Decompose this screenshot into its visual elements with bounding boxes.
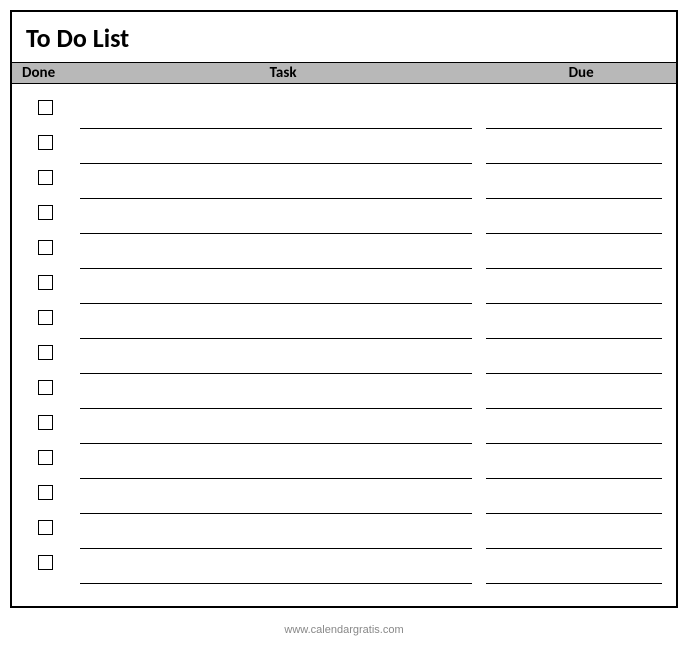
done-checkbox[interactable] [38, 520, 53, 535]
task-row [26, 549, 662, 584]
done-checkbox[interactable] [38, 310, 53, 325]
checkbox-cell [26, 234, 80, 269]
done-checkbox[interactable] [38, 170, 53, 185]
task-row [26, 199, 662, 234]
done-checkbox[interactable] [38, 450, 53, 465]
due-input-line[interactable] [486, 339, 662, 374]
task-row [26, 339, 662, 374]
due-input-line[interactable] [486, 269, 662, 304]
table-header: Done Task Due [12, 62, 676, 84]
due-input-line[interactable] [486, 514, 662, 549]
task-row [26, 94, 662, 129]
checkbox-cell [26, 374, 80, 409]
due-input-line[interactable] [486, 549, 662, 584]
task-input-line[interactable] [80, 374, 472, 409]
done-checkbox[interactable] [38, 345, 53, 360]
done-checkbox[interactable] [38, 100, 53, 115]
done-checkbox[interactable] [38, 275, 53, 290]
task-row [26, 409, 662, 444]
task-row [26, 514, 662, 549]
checkbox-cell [26, 199, 80, 234]
task-row [26, 129, 662, 164]
todo-list-container: To Do List Done Task Due [10, 10, 678, 608]
page-title: To Do List [26, 22, 662, 54]
task-row [26, 164, 662, 199]
task-input-line[interactable] [80, 514, 472, 549]
due-input-line[interactable] [486, 94, 662, 129]
checkbox-cell [26, 339, 80, 374]
task-input-line[interactable] [80, 304, 472, 339]
task-row [26, 269, 662, 304]
task-row [26, 444, 662, 479]
task-input-line[interactable] [80, 549, 472, 584]
due-input-line[interactable] [486, 199, 662, 234]
due-input-line[interactable] [486, 234, 662, 269]
due-input-line[interactable] [486, 129, 662, 164]
task-input-line[interactable] [80, 164, 472, 199]
task-input-line[interactable] [80, 269, 472, 304]
checkbox-cell [26, 269, 80, 304]
task-row [26, 304, 662, 339]
checkbox-cell [26, 409, 80, 444]
due-input-line[interactable] [486, 479, 662, 514]
checkbox-cell [26, 129, 80, 164]
done-checkbox[interactable] [38, 485, 53, 500]
checkbox-cell [26, 94, 80, 129]
footer-credit: www.calendargratis.com [0, 624, 688, 636]
due-input-line[interactable] [486, 444, 662, 479]
checkbox-cell [26, 549, 80, 584]
task-row [26, 479, 662, 514]
due-input-line[interactable] [486, 374, 662, 409]
task-input-line[interactable] [80, 339, 472, 374]
task-input-line[interactable] [80, 234, 472, 269]
task-input-line[interactable] [80, 479, 472, 514]
task-input-line[interactable] [80, 94, 472, 129]
rows-container [12, 84, 676, 584]
due-input-line[interactable] [486, 164, 662, 199]
checkbox-cell [26, 164, 80, 199]
column-header-done: Done [12, 64, 80, 82]
done-checkbox[interactable] [38, 205, 53, 220]
checkbox-cell [26, 444, 80, 479]
done-checkbox[interactable] [38, 555, 53, 570]
checkbox-cell [26, 304, 80, 339]
done-checkbox[interactable] [38, 380, 53, 395]
checkbox-cell [26, 514, 80, 549]
due-input-line[interactable] [486, 409, 662, 444]
checkbox-cell [26, 479, 80, 514]
task-input-line[interactable] [80, 199, 472, 234]
column-header-due: Due [486, 64, 676, 82]
task-input-line[interactable] [80, 129, 472, 164]
task-input-line[interactable] [80, 444, 472, 479]
task-row [26, 374, 662, 409]
title-section: To Do List [12, 12, 676, 62]
done-checkbox[interactable] [38, 135, 53, 150]
due-input-line[interactable] [486, 304, 662, 339]
done-checkbox[interactable] [38, 415, 53, 430]
column-header-task: Task [80, 64, 486, 82]
task-input-line[interactable] [80, 409, 472, 444]
task-row [26, 234, 662, 269]
done-checkbox[interactable] [38, 240, 53, 255]
